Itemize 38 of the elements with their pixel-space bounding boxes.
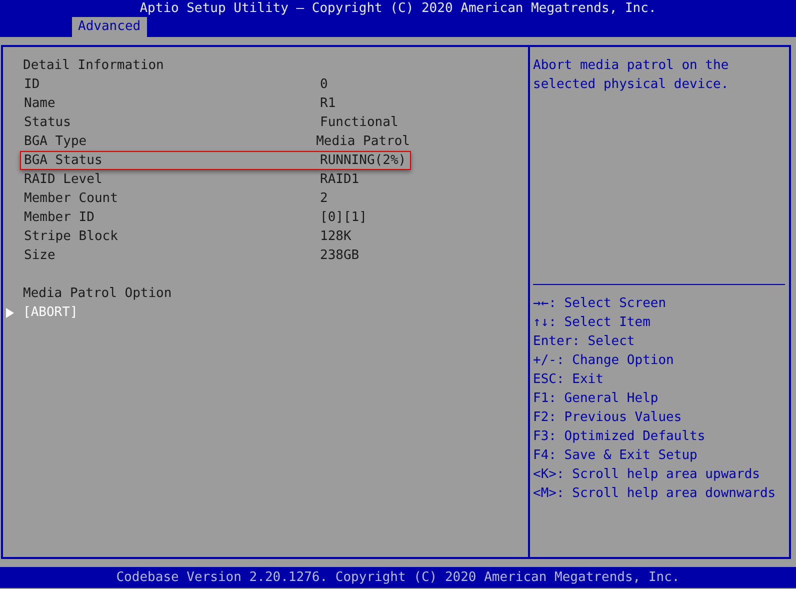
key-help: ESC: Exit [533,371,604,389]
key-help: Enter: Select [533,333,636,351]
key-help: <M>: Scroll help area downwards [533,485,777,503]
field-value: 128K [320,228,352,245]
field-value: 0 [320,76,328,93]
menu-item[interactable]: [ABORT] [23,303,78,322]
status-bar: Codebase Version 2.20.1276. Copyright (C) 2020 American Megatrends, Inc. [0,567,796,588]
field-label: BGA Status [24,152,104,169]
field-label: Size [24,247,56,264]
tab[interactable]: Advanced [72,17,147,37]
key-help: F4: Save & Exit Setup [533,447,698,465]
field-value: Functional [320,114,398,131]
section-title: Media Patrol Option [22,285,173,303]
key-help: F3: Optimized Defaults [533,428,706,446]
field-value: 2 [320,190,328,207]
field-value: [0][1] [320,209,367,226]
key-help: F2: Previous Values [533,409,683,427]
field-value: Media Patrol [316,133,410,150]
field-label: Member Count [24,190,119,207]
window-title: Aptio Setup Utility – Copyright (C) 2020 American Megatrends, Inc. [138,0,658,17]
key-help: +/-: Change Option [533,352,675,370]
field-label: Stripe Block [24,228,119,245]
help-text: Abort media patrol on the selected physical device. [533,57,730,94]
field-value: RUNNING(2%) [320,152,406,169]
key-help: <K>: Scroll help area upwards [533,466,761,484]
field-value: R1 [320,95,336,112]
field-value: RAID1 [320,171,360,188]
field-value: 238GB [320,247,360,264]
field-label: RAID Level [24,171,104,188]
key-help: F1: General Help [533,390,660,408]
key-help: →←: Select Screen [533,295,668,313]
field-label: Member ID [24,209,96,226]
key-help: ↑↓: Select Item [533,314,652,332]
section-title: Detail Information [22,57,165,75]
field-label: Name [24,95,56,112]
field-label: ID [24,76,41,93]
field-label: Status [24,114,72,131]
field-label: BGA Type [24,133,88,150]
